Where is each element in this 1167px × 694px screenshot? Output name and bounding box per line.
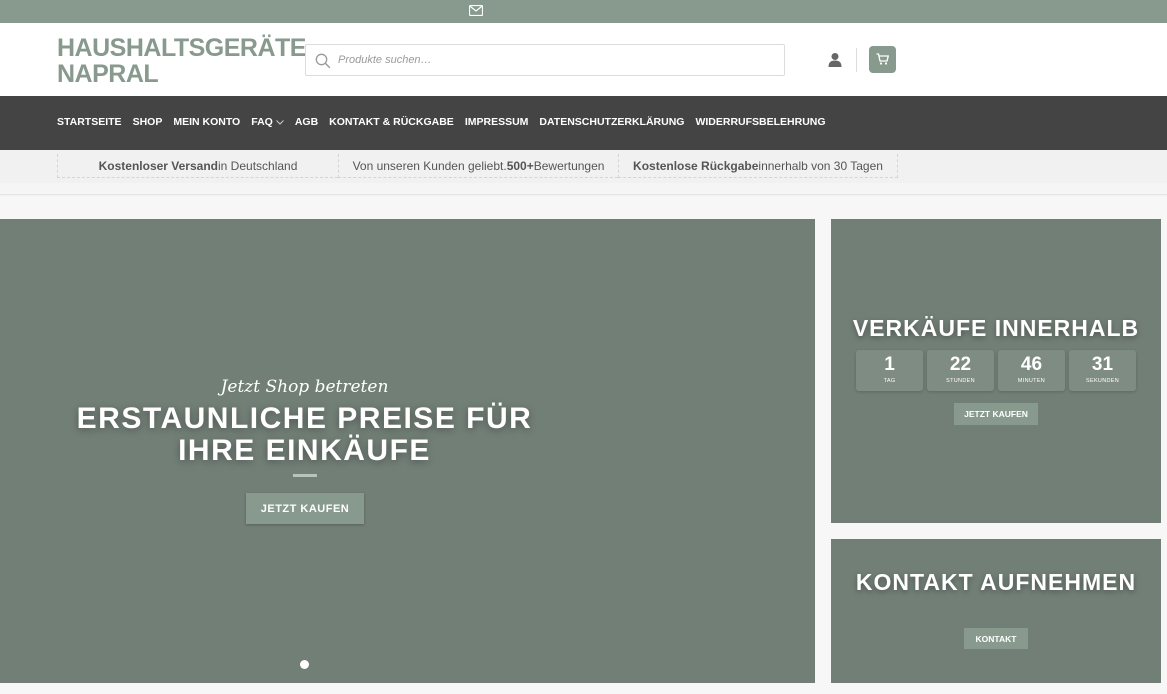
countdown-value: 46 [1020,354,1043,375]
countdown-value: 1 [884,354,895,375]
benefit-text: in Deutschland [218,158,298,173]
benefit-bold: Kostenlose Rückgabe [633,158,759,173]
header-divider [856,48,857,72]
nav-item-mein-konto[interactable]: MEIN KONTO [173,116,240,128]
hero-divider [293,474,317,477]
hero-subtitle: Jetzt Shop betreten [220,377,389,397]
nav-label: IMPRESSUM [464,116,529,128]
countdown-value: 31 [1091,354,1114,375]
sale-shop-button[interactable]: JETZT KAUFEN [954,403,1038,425]
nav-label: WIDERRUFSBELEHRUNG [695,116,826,128]
nav-item-kontakt-rueckgabe[interactable]: KONTAKT & RÜCKGABE [329,116,454,128]
nav-item-datenschutz[interactable]: DATENSCHUTZERKLÄRUNG [539,116,684,128]
countdown-value: 22 [949,354,972,375]
benefit-text: innerhalb von 30 Tagen [758,158,883,173]
chevron-down-icon [275,119,284,125]
benefit-text: Bewertungen [533,158,605,173]
benefit-bold: 500+ [506,158,534,173]
nav-label: AGB [294,116,319,128]
main-navigation: STARTSEITE SHOP MEIN KONTO FAQ AGB KONTA… [0,96,1167,150]
mail-icon[interactable] [469,5,483,16]
logo-line-1: HAUSHALTSGERÄTE [57,34,306,62]
nav-label: KONTAKT & RÜCKGABE [329,116,454,128]
nav-label: SHOP [132,116,163,128]
search-input[interactable] [338,51,768,69]
slider-dot[interactable] [300,660,309,669]
countdown-unit: MINUTEN [1017,378,1046,384]
benefit-reviews: Von unseren Kunden geliebt. 500+ Bewertu… [338,154,618,178]
nav-item-widerrufsbelehrung[interactable]: WIDERRUFSBELEHRUNG [695,116,825,128]
benefit-free-shipping: Kostenloser Versand in Deutschland [57,154,338,178]
hero-shop-button[interactable]: JETZT KAUFEN [246,493,364,524]
nav-item-startseite[interactable]: STARTSEITE [57,116,122,128]
contact-button[interactable]: KONTAKT [964,628,1028,649]
nav-label: DATENSCHUTZERKLÄRUNG [539,116,685,128]
hero-title: ERSTAUNLICHE PREISE FÜR IHRE EINKÄUFE [76,402,533,467]
countdown-unit: SEKUNDEN [1086,378,1119,384]
top-bar [0,0,1167,23]
section-divider [0,183,1167,195]
countdown: 1 TAG 22 STUNDEN 46 MINUTEN 31 SEKUNDEN [856,350,1140,391]
benefit-free-returns: Kostenlose Rückgabe innerhalb von 30 Tag… [618,154,898,178]
countdown-hours: 22 STUNDEN [927,350,994,391]
cart-button[interactable] [869,46,896,73]
logo-line-2: NAPRAL [57,60,159,88]
benefit-text: Von unseren Kunden geliebt. [352,158,507,173]
site-logo[interactable]: HAUSHALTSGERÄTE NAPRAL [57,35,307,87]
countdown-unit: STUNDEN [946,378,975,384]
user-icon[interactable] [827,52,843,68]
contact-title: KONTAKT AUFNEHMEN [855,569,1137,595]
hero-banner: Jetzt Shop betreten ERSTAUNLICHE PREISE … [0,219,815,683]
countdown-days: 1 TAG [856,350,923,391]
header: HAUSHALTSGERÄTE NAPRAL [0,23,1167,96]
countdown-seconds: 31 SEKUNDEN [1069,350,1136,391]
nav-label: MEIN KONTO [173,116,241,128]
nav-item-impressum[interactable]: IMPRESSUM [465,116,529,128]
countdown-minutes: 46 MINUTEN [998,350,1065,391]
nav-item-agb[interactable]: AGB [295,116,318,128]
search-box [305,44,785,76]
search-icon[interactable] [315,53,331,69]
sale-title: VERKÄUFE INNERHALB [852,315,1140,341]
cart-icon [876,53,889,65]
benefit-bold: Kostenloser Versand [98,158,218,173]
contact-panel: KONTAKT AUFNEHMEN KONTAKT [831,539,1161,683]
benefits-bar: Kostenloser Versand in Deutschland Von u… [0,150,1167,183]
countdown-unit: TAG [883,378,896,384]
sale-panel: VERKÄUFE INNERHALB 1 TAG 22 STUNDEN 46 M… [831,219,1161,523]
nav-item-shop[interactable]: SHOP [133,116,163,128]
nav-label: STARTSEITE [57,116,122,128]
nav-item-faq[interactable]: FAQ [251,116,284,128]
nav-label: FAQ [251,116,273,128]
